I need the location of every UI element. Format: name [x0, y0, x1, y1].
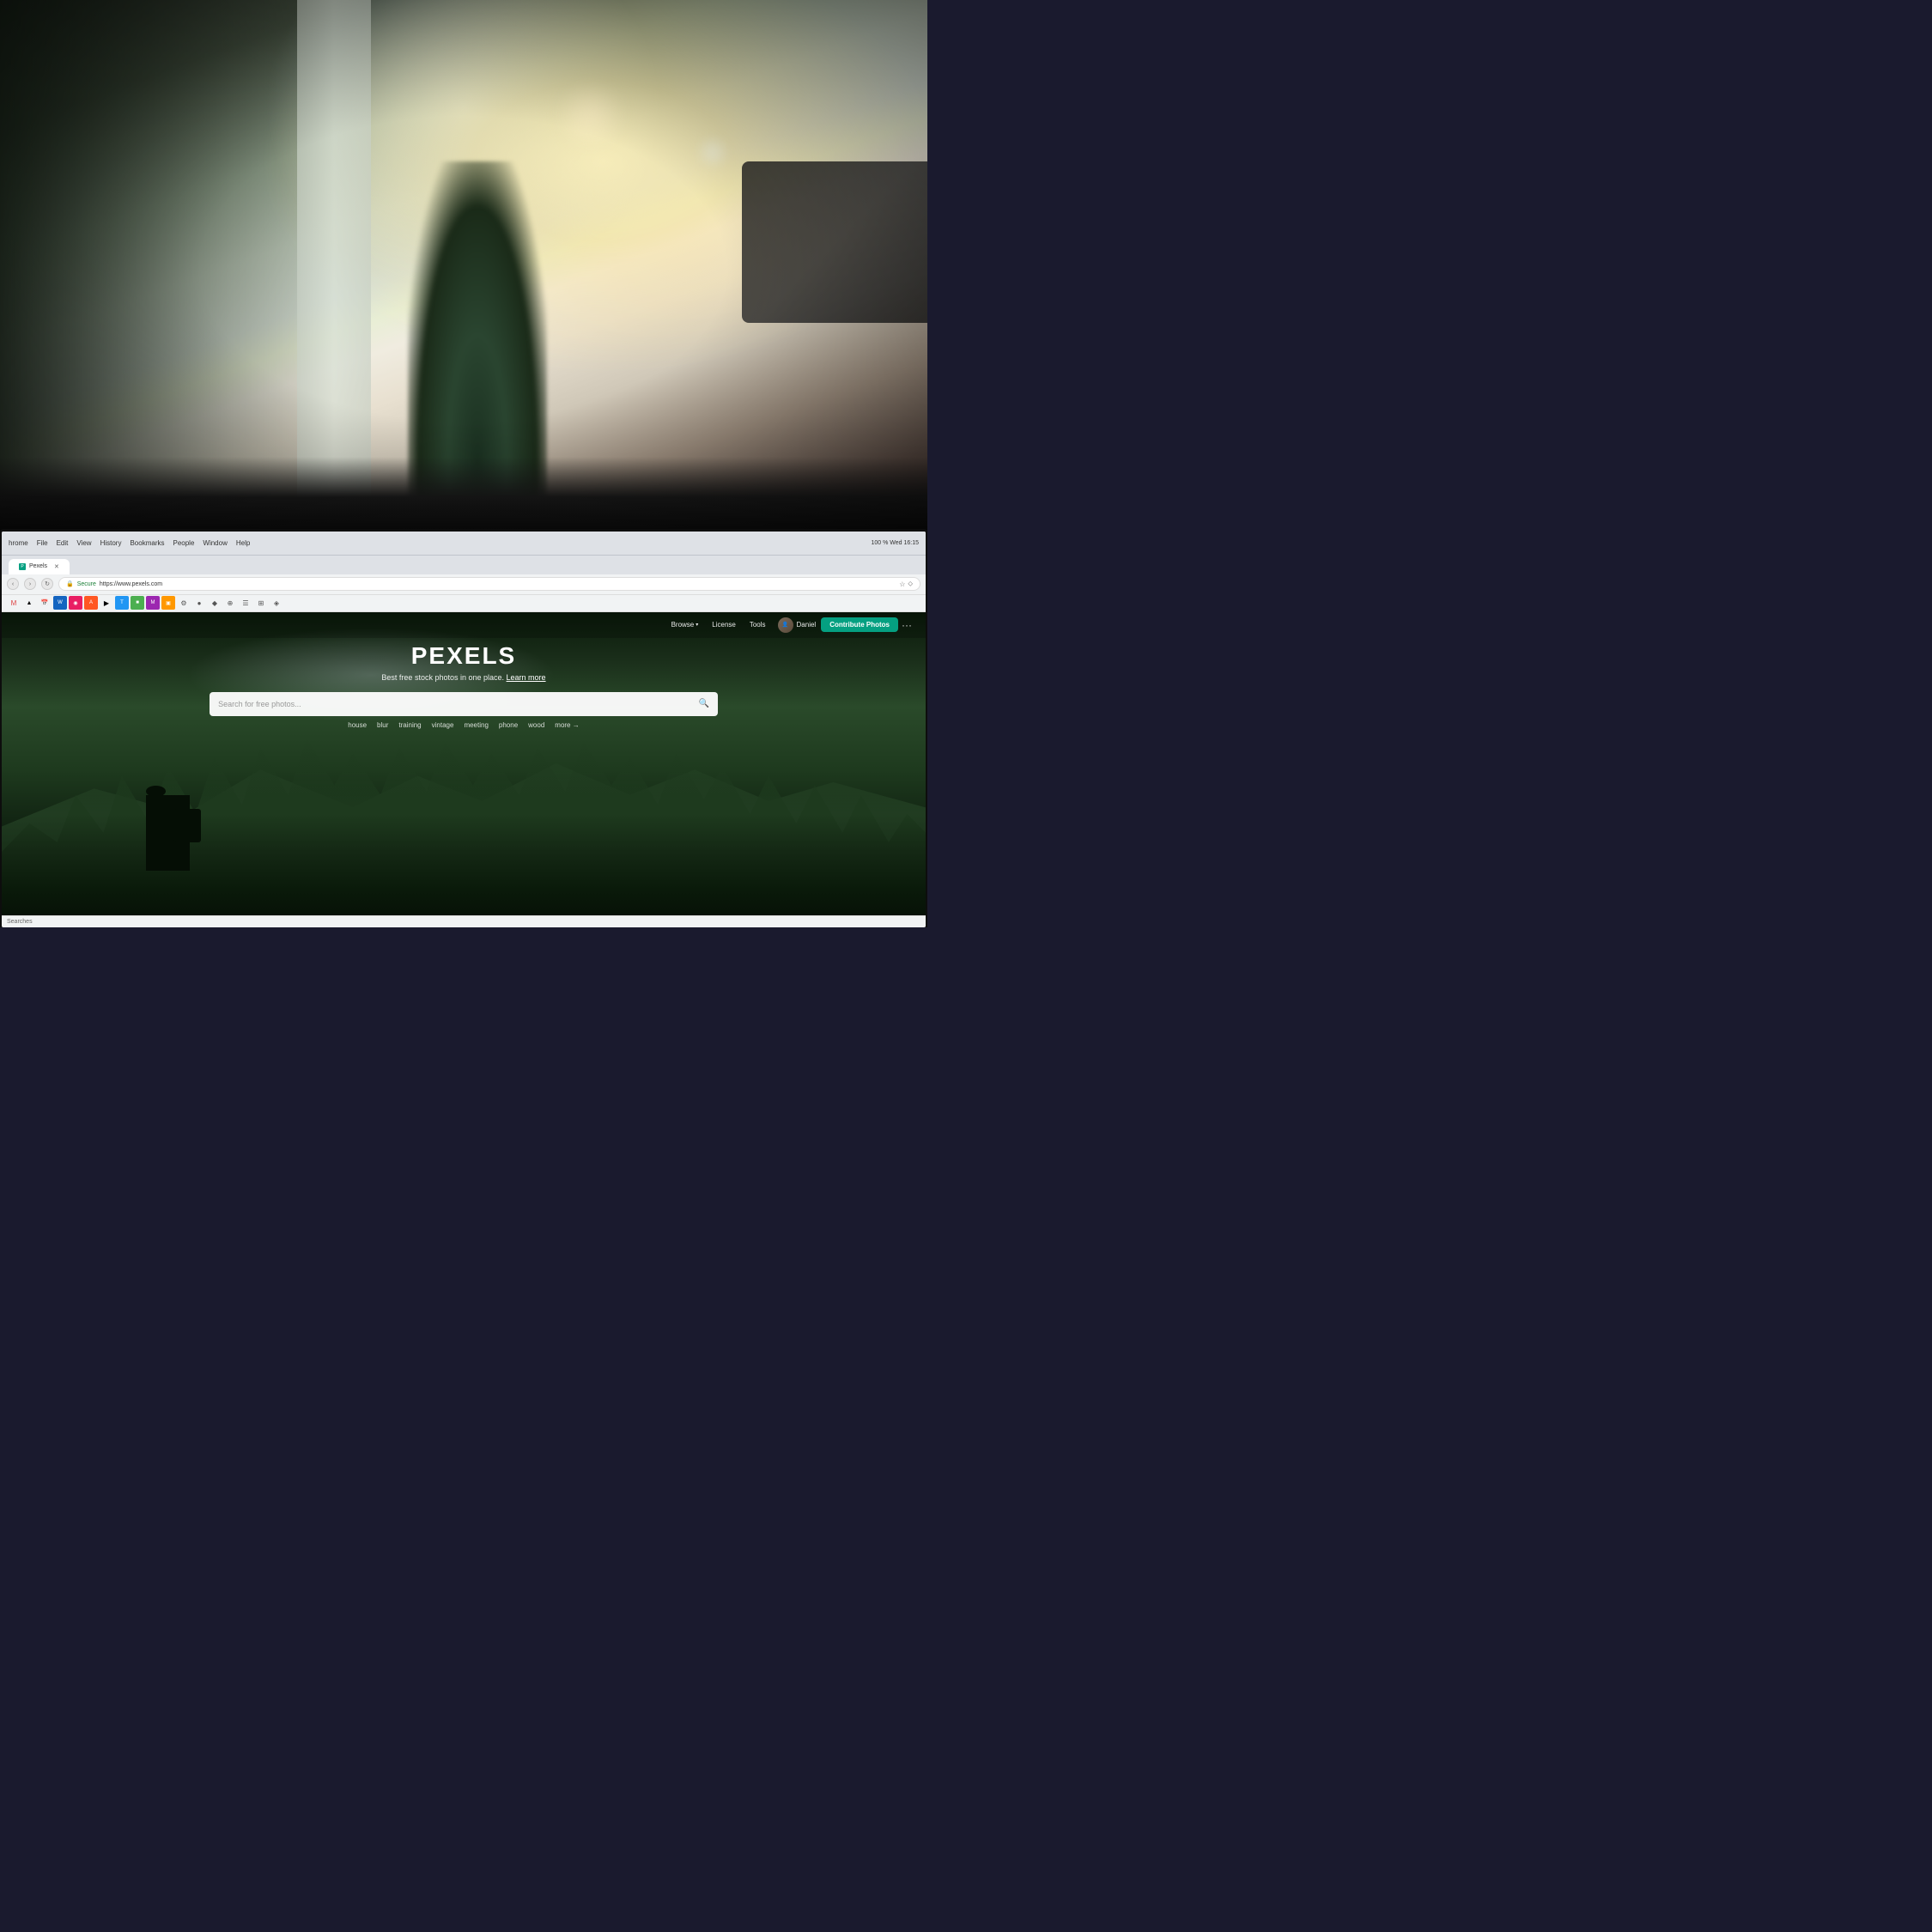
address-bar-icons: ☆ ⬦ — [899, 580, 913, 588]
google-drive-icon[interactable]: ▲ — [22, 596, 36, 610]
extensions-icon[interactable]: ⬦ — [908, 580, 913, 588]
active-tab[interactable]: P Pexels ✕ — [9, 559, 70, 574]
menu-people[interactable]: People — [173, 539, 194, 547]
user-name: Daniel — [797, 621, 817, 629]
search-bar[interactable]: Search for free photos... 🔍 — [210, 692, 718, 716]
search-tag-more[interactable]: more → — [555, 721, 579, 729]
ext-10[interactable]: ● — [192, 596, 206, 610]
system-time: 100 % Wed 16:15 — [871, 540, 919, 546]
nav-license[interactable]: License — [705, 621, 743, 629]
forward-button[interactable]: › — [24, 578, 36, 590]
tab-favicon: P — [19, 563, 26, 570]
ext-14[interactable]: ⊞ — [254, 596, 268, 610]
ext-1[interactable]: W — [53, 596, 67, 610]
browser-screen: hrome File Edit View History Bookmarks P… — [2, 532, 926, 927]
tab-close-icon[interactable]: ✕ — [54, 563, 59, 570]
status-bar: Searches — [2, 915, 926, 927]
search-bar-wrapper: Search for free photos... 🔍 — [210, 692, 718, 716]
url-text: https://www.pexels.com — [100, 581, 162, 587]
toolbar-icons-row: M ▲ 📅 W ◉ A ▶ T ■ M ▣ ⚙ ● ◆ ⊕ ☰ ⊞ ◈ — [2, 595, 926, 612]
back-button[interactable]: ‹ — [7, 578, 19, 590]
hero-content: PEXELS Best free stock photos in one pla… — [2, 642, 926, 729]
chrome-menu-items: hrome File Edit View History Bookmarks P… — [9, 539, 250, 547]
pexels-website: Browse ▾ License Tools 👤 Daniel Contribu… — [2, 612, 926, 927]
contribute-photos-button[interactable]: Contribute Photos — [821, 617, 898, 632]
secure-icon: 🔒 — [66, 580, 74, 587]
search-icon: 🔍 — [698, 699, 708, 708]
gmail-icon[interactable]: M — [7, 596, 21, 610]
ext-6[interactable]: ■ — [131, 596, 144, 610]
ext-8[interactable]: ▣ — [161, 596, 175, 610]
menu-history[interactable]: History — [100, 539, 122, 547]
address-bar-row: ‹ › ↻ 🔒 Secure https://www.pexels.com ☆ … — [2, 574, 926, 595]
tagline-text: Best free stock photos in one place. — [381, 673, 504, 682]
status-text: Searches — [7, 919, 33, 925]
ext-9[interactable]: ⚙ — [177, 596, 191, 610]
ext-11[interactable]: ◆ — [208, 596, 222, 610]
secure-label: Secure — [77, 581, 96, 587]
reload-button[interactable]: ↻ — [41, 578, 53, 590]
ext-7[interactable]: M — [146, 596, 160, 610]
search-tag-meeting[interactable]: meeting — [464, 721, 488, 729]
search-tag-phone[interactable]: phone — [499, 721, 518, 729]
tagline: Best free stock photos in one place. Lea… — [381, 673, 545, 682]
ext-13[interactable]: ☰ — [239, 596, 252, 610]
chevron-down-icon: ▾ — [696, 622, 698, 628]
menu-chrome[interactable]: hrome — [9, 539, 28, 547]
nav-browse[interactable]: Browse ▾ — [665, 621, 706, 629]
chrome-menu-bar: hrome File Edit View History Bookmarks P… — [2, 532, 926, 556]
system-icons: 100 % Wed 16:15 — [871, 540, 919, 546]
user-avatar: 👤 — [778, 617, 793, 633]
menu-bookmarks[interactable]: Bookmarks — [130, 539, 164, 547]
monitor: hrome File Edit View History Bookmarks P… — [0, 529, 927, 927]
nav-tools[interactable]: Tools — [743, 621, 773, 629]
ext-2[interactable]: ◉ — [69, 596, 82, 610]
search-tags: house blur training vintage meeting phon… — [348, 721, 579, 729]
ext-5[interactable]: T — [115, 596, 129, 610]
menu-view[interactable]: View — [76, 539, 91, 547]
menu-window[interactable]: Window — [203, 539, 227, 547]
more-options-button[interactable]: ··· — [898, 619, 915, 631]
search-tag-vintage[interactable]: vintage — [432, 721, 454, 729]
pexels-hero: Browse ▾ License Tools 👤 Daniel Contribu… — [2, 612, 926, 927]
address-bar[interactable]: 🔒 Secure https://www.pexels.com ☆ ⬦ — [58, 577, 920, 591]
chrome-tab-bar: P Pexels ✕ — [2, 556, 926, 574]
search-input[interactable]: Search for free photos... — [218, 700, 693, 708]
ext-15[interactable]: ◈ — [270, 596, 283, 610]
person-silhouette — [112, 776, 223, 871]
ext-12[interactable]: ⊕ — [223, 596, 237, 610]
menu-file[interactable]: File — [37, 539, 48, 547]
ext-3[interactable]: A — [84, 596, 98, 610]
menu-edit[interactable]: Edit — [57, 539, 69, 547]
user-avatar-button[interactable]: 👤 Daniel — [773, 617, 822, 633]
menu-help[interactable]: Help — [236, 539, 250, 547]
tab-label: Pexels — [29, 563, 47, 569]
search-tag-house[interactable]: house — [348, 721, 367, 729]
pexels-logo: PEXELS — [411, 642, 516, 670]
bookmark-icon[interactable]: ☆ — [899, 580, 905, 588]
pexels-nav: Browse ▾ License Tools 👤 Daniel Contribu… — [2, 612, 926, 638]
ext-4[interactable]: ▶ — [100, 596, 113, 610]
learn-more-link[interactable]: Learn more — [507, 673, 546, 682]
search-tag-training[interactable]: training — [398, 721, 421, 729]
search-tag-blur[interactable]: blur — [377, 721, 388, 729]
background-photo — [0, 0, 927, 538]
search-tag-wood[interactable]: wood — [528, 721, 544, 729]
calendar-icon[interactable]: 📅 — [38, 596, 52, 610]
